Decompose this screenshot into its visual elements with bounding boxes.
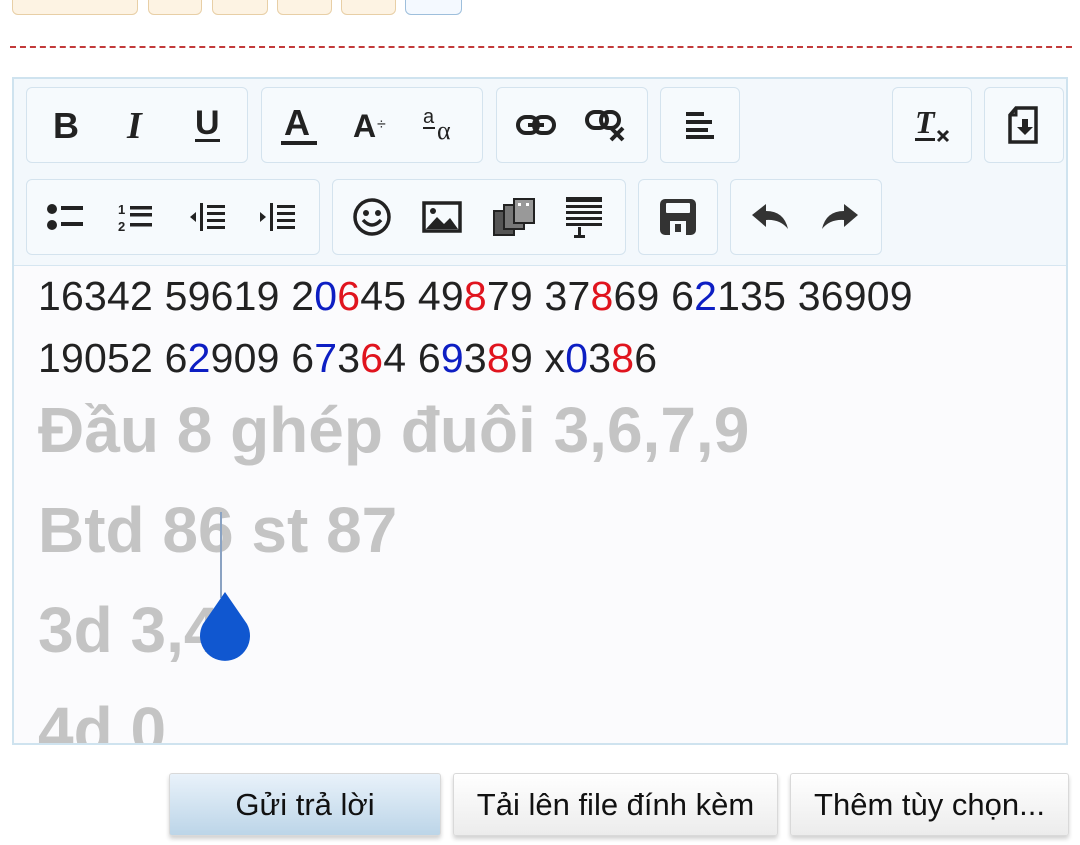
text-segment: 0 <box>314 273 338 319</box>
svg-text:I: I <box>126 107 143 143</box>
toolbar-group-format: B I U <box>26 87 248 163</box>
undo-icon[interactable] <box>739 180 801 254</box>
more-options-button[interactable]: Thêm tùy chọn... <box>790 773 1069 836</box>
cursor-handle-icon[interactable] <box>192 588 258 668</box>
outdent-icon[interactable] <box>177 180 239 254</box>
editor-content[interactable]: 16342 59619 20645 49879 37869 62135 3690… <box>38 265 1056 743</box>
text-segment: 2 <box>187 335 211 381</box>
send-reply-button[interactable]: Gửi trả lời <box>169 773 441 836</box>
svg-text:T: T <box>915 105 936 140</box>
insert-template-icon[interactable] <box>553 180 615 254</box>
toolbar-group-restore <box>984 87 1064 163</box>
restore-draft-icon[interactable] <box>993 88 1055 162</box>
text-segment: 0 <box>565 335 589 381</box>
top-tab-active[interactable] <box>405 0 462 15</box>
big-line-2: Btd 86 st 87 <box>38 494 398 566</box>
editor-toolbar: B I U A A ÷ aα T 1 2 <box>14 79 1066 266</box>
toolbar-group-lists: 12 <box>26 179 320 255</box>
redo-icon[interactable] <box>809 180 871 254</box>
separator-line <box>10 46 1072 48</box>
big-line-1: Đầu 8 ghép đuôi 3,6,7,9 <box>38 394 750 466</box>
text-segment: 7 <box>314 335 338 381</box>
top-tab[interactable] <box>12 0 138 15</box>
text-segment: 8 <box>463 273 487 319</box>
svg-text:a: a <box>423 106 435 128</box>
image-icon[interactable] <box>411 180 473 254</box>
media-icon[interactable] <box>483 180 545 254</box>
svg-text:A: A <box>284 103 310 143</box>
underline-icon[interactable]: U <box>177 88 239 162</box>
text-segment: 3 <box>337 335 361 381</box>
toolbar-group-history <box>730 179 882 255</box>
text-segment: 9 <box>440 335 464 381</box>
svg-text:÷: ÷ <box>377 116 386 133</box>
text-color-icon[interactable]: A <box>268 88 330 162</box>
text-segment: 6 <box>360 335 384 381</box>
unlink-icon[interactable] <box>575 88 637 162</box>
top-tab[interactable] <box>212 0 268 15</box>
svg-text:U: U <box>195 105 220 142</box>
text-line-1: 16342 59619 20645 49879 37869 62135 3690… <box>38 273 913 320</box>
text-segment: 8 <box>486 335 510 381</box>
smaller-text-icon[interactable]: aα <box>410 88 472 162</box>
text-segment: 69 6 <box>613 273 695 319</box>
toolbar-group-save <box>638 179 718 255</box>
rich-text-editor[interactable]: B I U A A ÷ aα T 1 2 16342 59619 20645 4… <box>12 77 1068 745</box>
text-segment: 6 <box>337 273 361 319</box>
text-segment: 4 6 <box>383 335 441 381</box>
toolbar-group-align <box>660 87 740 163</box>
text-line-2: 19052 62909 67364 69389 x0386 <box>38 335 657 382</box>
toolbar-group-clear: T <box>892 87 972 163</box>
smiley-icon[interactable] <box>341 180 403 254</box>
text-segment: 16342 59619 2 <box>38 273 315 319</box>
top-tab[interactable] <box>341 0 396 15</box>
text-segment: 8 <box>611 335 635 381</box>
remove-format-icon[interactable]: T <box>901 88 963 162</box>
text-segment: 135 36909 <box>717 273 913 319</box>
svg-text:1: 1 <box>118 202 125 217</box>
text-segment: 3 <box>588 335 612 381</box>
toolbar-group-text: A A ÷ aα <box>261 87 483 163</box>
svg-text:2: 2 <box>118 219 125 233</box>
text-cursor <box>220 512 222 598</box>
toolbar-group-insert <box>332 179 626 255</box>
numbered-list-icon[interactable]: 12 <box>105 180 167 254</box>
indent-icon[interactable] <box>247 180 309 254</box>
italic-icon[interactable]: I <box>105 88 167 162</box>
text-segment: 2 <box>694 273 718 319</box>
bullet-list-icon[interactable] <box>35 180 97 254</box>
text-segment: 909 6 <box>210 335 315 381</box>
upload-attachment-button[interactable]: Tải lên file đính kèm <box>453 773 778 836</box>
big-line-4: 4d 0 <box>38 694 167 745</box>
top-tab[interactable] <box>148 0 202 15</box>
text-segment: 6 <box>634 335 658 381</box>
link-icon[interactable] <box>505 88 567 162</box>
text-segment: 45 49 <box>360 273 464 319</box>
toolbar-group-links <box>496 87 648 163</box>
text-segment: 9 x <box>509 335 566 381</box>
font-size-icon[interactable]: A ÷ <box>340 88 402 162</box>
bold-icon[interactable]: B <box>35 88 97 162</box>
text-segment: 79 37 <box>486 273 591 319</box>
text-segment: 3 <box>463 335 487 381</box>
text-segment: 8 <box>590 273 614 319</box>
svg-text:α: α <box>437 116 451 145</box>
align-icon[interactable] <box>669 88 731 162</box>
save-draft-icon[interactable] <box>647 180 709 254</box>
svg-text:A: A <box>353 108 376 143</box>
svg-text:B: B <box>53 107 79 143</box>
top-tab[interactable] <box>277 0 332 15</box>
text-segment: 19052 6 <box>38 335 188 381</box>
